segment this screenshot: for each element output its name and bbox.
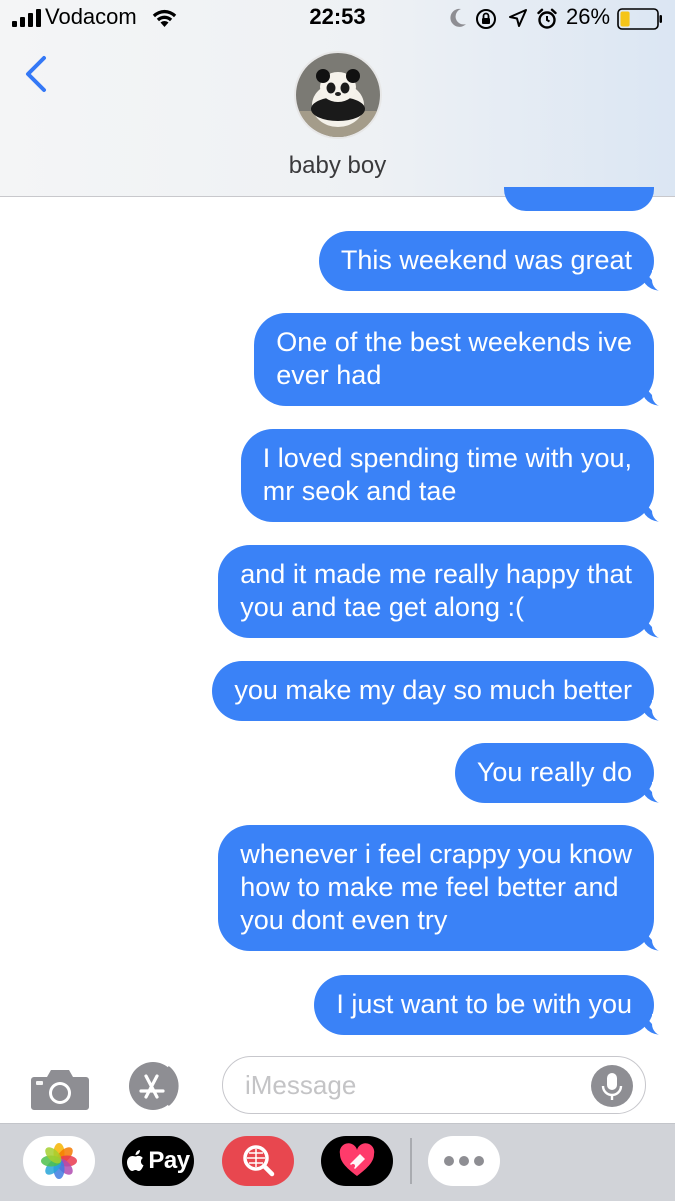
conversation-header: Vodacom 22:53 26% baby boy — [0, 0, 675, 197]
camera-icon[interactable] — [30, 1065, 90, 1111]
message-bubble[interactable]: you make my day so much better — [212, 661, 668, 722]
more-apps-button[interactable] — [428, 1136, 500, 1186]
microphone-button[interactable] — [591, 1065, 633, 1107]
composer-bar — [0, 1047, 675, 1123]
photos-app-button[interactable] — [23, 1136, 95, 1186]
digital-touch-icon — [339, 1143, 375, 1176]
message-input[interactable] — [222, 1056, 646, 1114]
app-store-icon[interactable] — [126, 1061, 192, 1111]
image-search-app-button[interactable] — [222, 1136, 294, 1186]
more-icon — [444, 1156, 484, 1166]
digital-touch-app-button[interactable] — [321, 1136, 393, 1186]
partial-message-bubble[interactable] — [504, 187, 654, 211]
apple-pay-label: Pay — [148, 1147, 190, 1174]
location-arrow-icon — [509, 9, 527, 27]
message-bubble[interactable]: and it made me really happy that you and … — [218, 545, 668, 639]
message-bubble[interactable]: I loved spending time with you, mr seok a… — [240, 429, 669, 523]
contact-avatar[interactable] — [296, 53, 380, 137]
battery-percent: 26% — [566, 4, 611, 29]
status-bar: Vodacom 22:53 26% — [0, 0, 675, 38]
message-thread[interactable]: This weekend was great One of the best we… — [0, 187, 675, 1047]
contact-name[interactable]: baby boy — [0, 152, 675, 180]
message-bubble[interactable]: I just want to be with you — [314, 975, 668, 1036]
message-bubble[interactable]: One of the best weekends ive ever had — [254, 313, 668, 407]
drawer-divider — [410, 1138, 412, 1184]
battery-icon — [617, 8, 662, 30]
message-bubble[interactable]: whenever i feel crappy you know how to ma… — [218, 825, 668, 952]
panda-avatar-image — [296, 53, 380, 137]
message-bubble[interactable]: This weekend was great — [318, 231, 669, 292]
message-bubble[interactable]: You really do — [454, 743, 669, 804]
microphone-icon — [601, 1073, 623, 1100]
app-drawer: Pay — [0, 1123, 675, 1201]
moon-icon — [450, 8, 466, 27]
apple-pay-button[interactable]: Pay — [122, 1136, 194, 1186]
photos-icon — [41, 1143, 77, 1179]
rotation-lock-icon — [476, 9, 496, 29]
image-search-icon — [243, 1145, 275, 1177]
apple-logo-icon — [127, 1150, 144, 1171]
alarm-icon — [537, 8, 557, 29]
back-chevron-icon[interactable] — [22, 54, 50, 94]
